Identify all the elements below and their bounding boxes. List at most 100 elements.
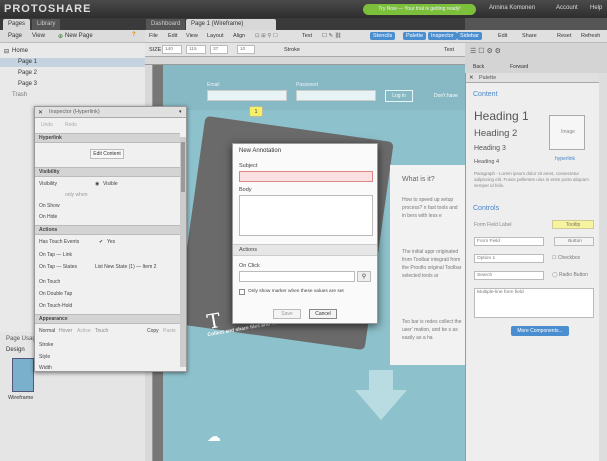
on-click-label: On Click bbox=[239, 263, 260, 269]
on-touch[interactable]: On Touch bbox=[39, 279, 60, 285]
palette-heading-1[interactable]: Heading 1 bbox=[474, 109, 529, 123]
more-components-button[interactable]: More Components... bbox=[511, 326, 569, 336]
palette-tooltip[interactable]: Tooltip bbox=[552, 220, 594, 229]
wireframe-thumbnail[interactable] bbox=[12, 358, 34, 392]
signup-link[interactable]: Don't have bbox=[434, 93, 458, 99]
subject-field[interactable] bbox=[239, 171, 373, 182]
palette-button[interactable]: Button bbox=[554, 237, 594, 246]
menu-file[interactable]: File bbox=[149, 33, 158, 39]
tab-dashboard[interactable]: Dashboard bbox=[146, 19, 186, 30]
checkmark-icon[interactable]: ✔ bbox=[99, 239, 103, 245]
palette-close-icon[interactable]: ✕ bbox=[469, 75, 474, 81]
palette-checkbox[interactable]: ☐ Checkbox bbox=[552, 255, 580, 261]
password-field[interactable] bbox=[296, 90, 376, 101]
menu-layout[interactable]: Layout bbox=[207, 33, 224, 39]
email-field[interactable] bbox=[207, 90, 287, 101]
menu-view[interactable]: View bbox=[186, 33, 198, 39]
edit-button[interactable]: Edit bbox=[498, 33, 507, 39]
mode-active[interactable]: Active bbox=[77, 328, 91, 334]
visibility-label: Visibility bbox=[39, 181, 57, 187]
help-menu[interactable]: Help bbox=[590, 5, 602, 11]
visibility-select[interactable]: Visible bbox=[103, 181, 118, 187]
mode-normal[interactable]: Normal bbox=[39, 328, 55, 334]
palette-heading-4[interactable]: Heading 4 bbox=[474, 159, 499, 165]
section-appearance-label: Appearance bbox=[39, 316, 68, 322]
subject-label: Subject bbox=[239, 163, 258, 169]
inspector-button[interactable]: Inspector bbox=[428, 32, 457, 40]
tool-icons-2[interactable]: ☐ ✎ ⛓ bbox=[322, 33, 342, 39]
tree-item-page-3[interactable]: Page 3 bbox=[18, 81, 37, 87]
only-show-checkbox[interactable] bbox=[239, 289, 245, 295]
share-button[interactable]: Share bbox=[522, 33, 537, 39]
x-input[interactable]: 37 bbox=[210, 45, 228, 54]
copy-button[interactable]: Copy bbox=[147, 328, 159, 334]
edit-content-button[interactable]: Edit Content bbox=[90, 149, 124, 159]
login-button[interactable]: Log in bbox=[385, 90, 413, 102]
tree-item-page-2[interactable]: Page 2 bbox=[18, 70, 37, 76]
text-label: Text bbox=[444, 47, 455, 53]
palette-scrollbar[interactable] bbox=[599, 73, 607, 461]
dropdown-icon[interactable]: ▾ bbox=[179, 109, 182, 115]
size-label: SIZE bbox=[149, 47, 162, 53]
close-icon[interactable]: ✕ bbox=[38, 109, 43, 116]
palette-heading-2[interactable]: Heading 2 bbox=[474, 128, 517, 139]
cancel-button[interactable]: Cancel bbox=[309, 309, 337, 319]
y-input[interactable]: 10 bbox=[237, 45, 255, 54]
redo-button[interactable]: Redo bbox=[65, 122, 77, 128]
account-menu[interactable]: Account bbox=[556, 5, 578, 11]
tree-item-trash[interactable]: Trash bbox=[12, 92, 27, 98]
annotation-marker[interactable]: 1 bbox=[249, 106, 263, 117]
tab-page-1[interactable]: Page 1 (Wireframe) bbox=[186, 19, 276, 30]
palette-paragraph[interactable]: Paragraph - Lorem ipsum dolor sit amet, … bbox=[474, 171, 599, 189]
width-input[interactable]: 140 bbox=[162, 45, 182, 54]
mode-hover[interactable]: Hover bbox=[59, 328, 72, 334]
refresh-button[interactable]: Refresh bbox=[581, 33, 600, 39]
undo-button[interactable]: Undo bbox=[41, 122, 53, 128]
palette-textarea[interactable]: Multiple-line form field bbox=[474, 288, 594, 318]
tree-item-page-1[interactable]: Page 1 bbox=[18, 59, 37, 65]
help-icon[interactable]: ? bbox=[132, 32, 136, 38]
on-tap-states[interactable]: On Tap — States bbox=[39, 264, 77, 270]
palette-select[interactable]: Option 1 bbox=[474, 254, 544, 263]
palette-heading-3[interactable]: Heading 3 bbox=[474, 145, 506, 152]
palette-title: Palette bbox=[479, 75, 497, 81]
tool-text[interactable]: Text bbox=[302, 33, 312, 39]
section-actions-label: Actions bbox=[39, 227, 58, 233]
menu-align[interactable]: Align bbox=[233, 33, 245, 39]
palette-form-field[interactable]: Form Field bbox=[474, 237, 544, 246]
mode-touch[interactable]: Touch bbox=[95, 328, 108, 334]
new-page-button[interactable]: New Page bbox=[65, 33, 93, 39]
back-button[interactable]: Back bbox=[473, 64, 484, 70]
palette-search[interactable]: Search bbox=[474, 271, 544, 280]
paste-button[interactable]: Paste bbox=[163, 328, 176, 334]
stencils-button[interactable]: Stencils bbox=[370, 32, 396, 40]
on-tap-link[interactable]: On Tap — Link bbox=[39, 252, 72, 258]
forward-button[interactable]: Forward bbox=[510, 64, 528, 70]
page-menu[interactable]: Page bbox=[8, 33, 22, 39]
save-button[interactable]: Save bbox=[273, 309, 301, 319]
view-menu[interactable]: View bbox=[32, 33, 45, 39]
body-textarea[interactable] bbox=[239, 195, 373, 236]
on-click-field[interactable] bbox=[239, 271, 355, 282]
menu-edit[interactable]: Edit bbox=[168, 33, 177, 39]
search-icon[interactable]: ⚲ bbox=[357, 271, 371, 282]
palette-button[interactable]: Palette bbox=[403, 32, 427, 40]
inspector-scroll-thumb[interactable] bbox=[181, 142, 185, 192]
palette-hyperlink[interactable]: hyperlink bbox=[555, 156, 575, 162]
user-name[interactable]: Annina Komonen bbox=[489, 5, 535, 11]
tab-library[interactable]: Library bbox=[32, 19, 61, 30]
right-tab-icons[interactable]: ☰ ☐ ⚙ ⚙ bbox=[470, 47, 501, 55]
new-page-icon[interactable]: ⊕ bbox=[58, 33, 63, 40]
palette-field-label[interactable]: Form Field Label bbox=[474, 222, 512, 228]
reset-button[interactable]: Reset bbox=[557, 33, 571, 39]
trial-notice[interactable]: Try Now — Your trial is getting ready! bbox=[363, 4, 476, 15]
tree-item-home[interactable]: Home bbox=[12, 48, 28, 54]
height-input[interactable]: 115 bbox=[186, 45, 206, 54]
collapse-icon[interactable]: ⊟ bbox=[4, 48, 9, 55]
sidebar-button[interactable]: Sidebar bbox=[457, 32, 482, 40]
tab-pages[interactable]: Pages bbox=[3, 19, 31, 30]
on-double-tap[interactable]: On Double Tap bbox=[39, 291, 72, 297]
tool-icons[interactable]: ⊡ ⊞ ⚲ ☐ bbox=[255, 33, 278, 39]
on-touch-hold[interactable]: On Touch-Hold bbox=[39, 303, 72, 309]
palette-radio[interactable]: ◯ Radio Button bbox=[552, 272, 588, 278]
